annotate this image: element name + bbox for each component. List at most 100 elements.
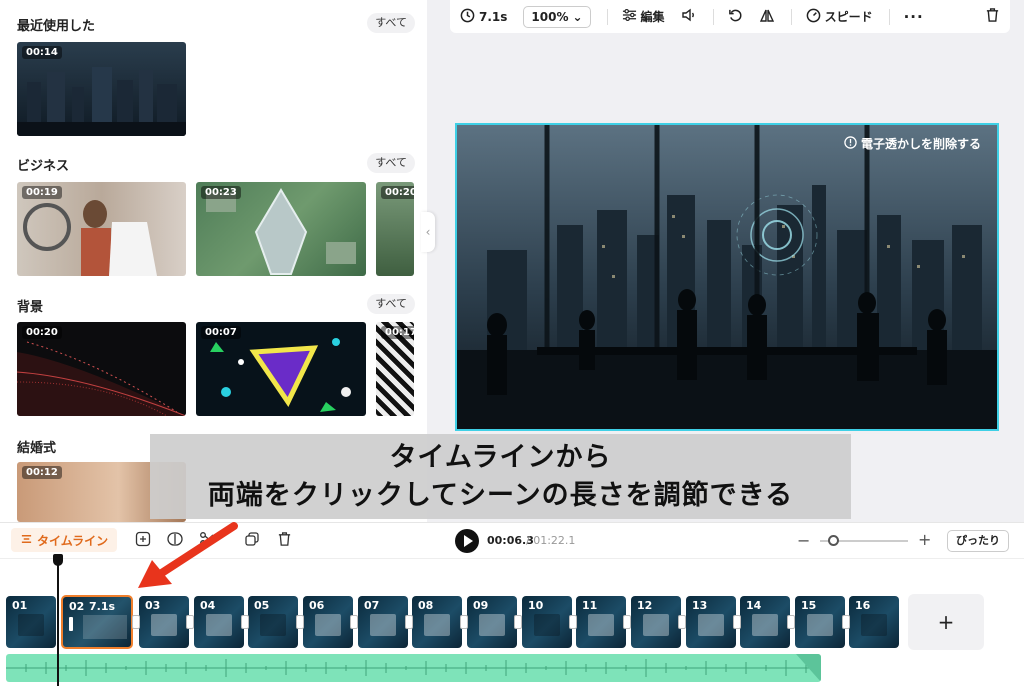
- add-scene-button[interactable]: +: [908, 594, 984, 650]
- thumb-duration: 00:17: [381, 326, 414, 339]
- scene-clip[interactable]: 06: [303, 596, 353, 648]
- transition-handle[interactable]: [678, 615, 686, 629]
- zoom-in-icon[interactable]: +: [918, 530, 931, 549]
- scene-clip[interactable]: 12: [631, 596, 681, 648]
- scene-clip[interactable]: 14: [740, 596, 790, 648]
- more-options-icon[interactable]: ···: [904, 8, 924, 26]
- speed-button[interactable]: スピード: [806, 8, 873, 26]
- scene-thumbnail: [861, 614, 887, 636]
- media-thumb-woman-shirt[interactable]: 00:19: [17, 182, 186, 276]
- scene-thumbnail: [18, 614, 44, 636]
- thumb-duration: 00:20: [381, 186, 414, 199]
- clock-icon: [460, 8, 475, 26]
- scene-thumbnail: [260, 614, 286, 636]
- transition-handle[interactable]: [514, 615, 522, 629]
- media-thumb-neon-triangle[interactable]: 00:07: [196, 322, 366, 416]
- caption-line-1: タイムラインから: [389, 442, 612, 473]
- collapse-panel-handle[interactable]: ‹: [421, 212, 435, 252]
- toolbar-divider: [790, 8, 792, 25]
- media-thumb-aerial-building[interactable]: 00:23: [196, 182, 366, 276]
- toolbar-divider: [888, 8, 890, 25]
- scene-number: 04: [200, 599, 216, 612]
- playhead-handle[interactable]: [53, 554, 63, 566]
- delete-button[interactable]: [274, 531, 294, 551]
- speedometer-icon: [806, 8, 821, 26]
- transition-handle[interactable]: [460, 615, 468, 629]
- scene-clip[interactable]: 05: [248, 596, 298, 648]
- see-all-business-button[interactable]: すべて: [367, 153, 415, 173]
- scene-number: 10: [528, 599, 544, 612]
- transition-handle[interactable]: [623, 615, 631, 629]
- play-button[interactable]: [455, 529, 479, 553]
- toolbar-divider: [712, 8, 714, 25]
- media-thumb-city[interactable]: 00:14: [17, 42, 186, 136]
- scene-clip[interactable]: 10: [522, 596, 572, 648]
- scene-clip[interactable]: 03: [139, 596, 189, 648]
- sliders-icon: [622, 8, 637, 25]
- duplicate-button[interactable]: [242, 531, 262, 551]
- playhead[interactable]: [57, 558, 59, 686]
- scene-clip[interactable]: 07: [358, 596, 408, 648]
- transition-handle[interactable]: [132, 615, 140, 629]
- transition-handle[interactable]: [296, 615, 304, 629]
- scene-number: 11: [582, 599, 598, 612]
- section-title-business: ビジネス: [17, 159, 70, 174]
- audio-track[interactable]: [6, 654, 821, 682]
- scene-clip[interactable]: 13: [686, 596, 736, 648]
- transition-handle[interactable]: [842, 615, 850, 629]
- delete-clip-button[interactable]: [985, 7, 1000, 26]
- flip-button[interactable]: [759, 8, 775, 26]
- remove-watermark-link[interactable]: 電子透かしを削除する: [844, 135, 981, 152]
- see-all-recent-button[interactable]: すべて: [367, 13, 415, 33]
- scene-number: 12: [637, 599, 653, 612]
- transition-handle[interactable]: [241, 615, 249, 629]
- media-thumb-red-particles[interactable]: 00:20: [17, 322, 186, 416]
- timeline-zoom-knob[interactable]: [828, 535, 839, 546]
- scene-number: 13: [692, 599, 708, 612]
- scene-clip[interactable]: 11: [576, 596, 626, 648]
- fit-timeline-button[interactable]: ぴったり: [947, 530, 1009, 552]
- scene-number: 15: [801, 599, 817, 612]
- scene-number: 09: [473, 599, 489, 612]
- scene-thumbnail: [370, 614, 396, 636]
- scene-clip[interactable]: 04: [194, 596, 244, 648]
- timeline-tab-label: タイムライン: [37, 533, 109, 548]
- scene-clip-selected[interactable]: 02 7.1s: [61, 595, 133, 649]
- duration-button[interactable]: 7.1s: [460, 8, 507, 26]
- volume-button[interactable]: [681, 8, 697, 25]
- scene-thumbnail: [206, 614, 232, 636]
- total-time-value: 01:22.1: [533, 534, 576, 547]
- timeline-tab[interactable]: タイムライン: [11, 528, 118, 552]
- zoom-out-icon[interactable]: −: [797, 531, 810, 550]
- thumb-duration: 00:19: [22, 186, 62, 199]
- scene-clip[interactable]: 16: [849, 596, 899, 648]
- transition-handle[interactable]: [405, 615, 413, 629]
- zoom-dropdown[interactable]: 100% ⌄: [523, 5, 591, 28]
- media-thumb-plants[interactable]: 00:20: [376, 182, 414, 276]
- section-title-wedding: 結婚式: [17, 441, 57, 456]
- rotate-icon: [728, 8, 743, 26]
- scene-clip[interactable]: 09: [467, 596, 517, 648]
- duplicate-icon: [245, 532, 259, 546]
- transition-handle[interactable]: [350, 615, 358, 629]
- media-thumb-zebra[interactable]: 00:17: [376, 322, 414, 416]
- transition-handle[interactable]: [186, 615, 194, 629]
- video-preview[interactable]: 電子透かしを削除する: [455, 123, 999, 431]
- transition-handle[interactable]: [733, 615, 741, 629]
- video-frame-art: [457, 125, 997, 429]
- edit-label: 編集: [640, 10, 665, 24]
- see-all-background-button[interactable]: すべて: [367, 294, 415, 314]
- edit-button[interactable]: 編集: [622, 8, 665, 25]
- scene-clip[interactable]: 15: [795, 596, 845, 648]
- scene-duration: 7.1s: [89, 600, 116, 613]
- scene-clip[interactable]: 08: [412, 596, 462, 648]
- trim-handle-left[interactable]: [69, 617, 73, 631]
- scene-number: 07: [364, 599, 380, 612]
- scene-thumbnail: [698, 614, 724, 636]
- rotate-button[interactable]: [728, 8, 743, 26]
- transition-handle[interactable]: [787, 615, 795, 629]
- scene-thumbnail: [752, 614, 778, 636]
- transition-handle[interactable]: [569, 615, 577, 629]
- scene-thumbnail: [315, 614, 341, 636]
- scene-clip[interactable]: 01: [6, 596, 56, 648]
